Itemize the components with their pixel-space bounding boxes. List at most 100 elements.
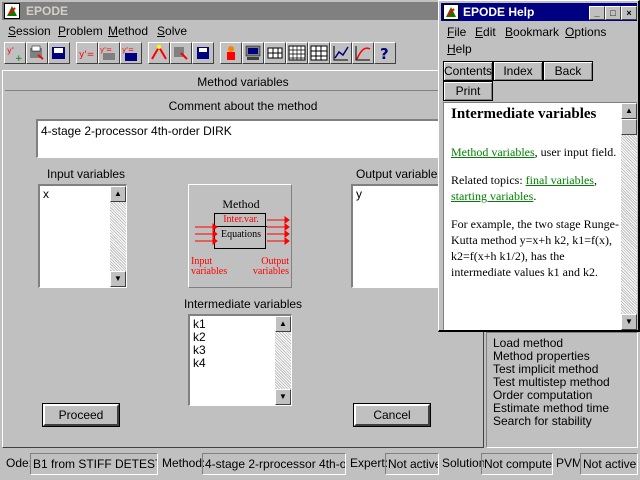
help-paragraph-1: Method variables, user input field. (451, 145, 617, 159)
list-item[interactable]: k4 (193, 357, 288, 370)
help-print-button[interactable]: Print (443, 81, 493, 101)
main-title-bar[interactable]: EPODE (2, 2, 440, 20)
help-title-bar[interactable]: EPODE Help _ □ × (441, 3, 637, 21)
help-topic-title: Intermediate variables (451, 106, 597, 122)
svg-text:y'=: y'= (100, 46, 112, 54)
new-problem-icon[interactable]: y'= (76, 42, 98, 64)
help-content-text: Method variables, user input field. Rela… (451, 125, 619, 325)
new-session-icon[interactable]: y' + (4, 42, 26, 64)
list-item[interactable]: k1 (193, 318, 288, 331)
computer-icon[interactable] (242, 42, 264, 64)
output-variables-items: y (353, 186, 442, 203)
status-pvm-value: Not active (580, 453, 638, 475)
maximize-icon[interactable]: □ (605, 6, 621, 20)
intermediate-variables-list[interactable]: k1 k2 k3 k4 ▲ ▼ (188, 314, 292, 406)
proceed-button[interactable]: Proceed (42, 403, 120, 427)
menu-session[interactable]: Session (8, 22, 51, 40)
main-menu-bar: Session Problem Method Solve (2, 22, 440, 40)
cancel-button[interactable]: Cancel (353, 403, 431, 427)
list-item[interactable]: k2 (193, 331, 288, 344)
status-expert-value: Not active (385, 453, 439, 475)
menu-method[interactable]: Method (108, 22, 148, 40)
intermediate-variables-label: Intermediate variables (183, 297, 303, 311)
scroll-down-icon[interactable]: ▼ (110, 271, 126, 287)
status-solution-value: Not computed (481, 453, 553, 475)
side-command-panel: Load method Method properties Test impli… (486, 332, 638, 448)
menu-solve[interactable]: Solve (157, 22, 187, 40)
input-variables-list[interactable]: x ▲ ▼ (38, 184, 127, 288)
input-variables-label: Input variables (47, 167, 126, 181)
app-logo-icon (4, 3, 20, 19)
method-variables-header: Method variables (5, 73, 481, 91)
status-solution-label: Solution: (442, 456, 484, 470)
help-back-button[interactable]: Back (543, 61, 593, 81)
comment-label: Comment about the method (168, 99, 318, 113)
expert-icon[interactable] (220, 42, 242, 64)
svg-text:+: + (15, 54, 23, 63)
help-window: EPODE Help _ □ × File Edit Bookmark Opti… (438, 0, 640, 332)
svg-text:y'=: y'= (79, 50, 94, 60)
menu-problem[interactable]: Problem (58, 22, 103, 40)
svg-text:?: ? (380, 45, 389, 63)
list-item[interactable]: k3 (193, 344, 288, 357)
svg-text:y'=: y'= (122, 46, 134, 54)
comment-field[interactable]: 4-stage 2-processor 4th-order DIRK (36, 119, 446, 158)
input-variables-scrollbar[interactable]: ▲ ▼ (110, 186, 126, 287)
help-contents-button[interactable]: Contents (443, 61, 493, 81)
svg-text:y': y' (7, 46, 14, 55)
status-ode-label: Ode: (6, 456, 32, 470)
scroll-down-icon[interactable]: ▼ (275, 389, 291, 405)
save-session-icon[interactable] (48, 42, 70, 64)
open-problem-icon[interactable]: y'= (98, 42, 120, 64)
main-window-title: EPODE (26, 4, 69, 18)
status-ode-value: B1 from STIFF DETEST, li (30, 453, 158, 475)
table-grid-icon[interactable] (308, 42, 330, 64)
help-menu-bar: File Edit Bookmark Options Help (441, 23, 637, 59)
link-final-variables[interactable]: final variables (526, 173, 594, 187)
stability-plot-icon[interactable] (352, 42, 374, 64)
link-starting-variables[interactable]: starting variables (451, 189, 533, 203)
link-method-variables[interactable]: Method variables (451, 145, 535, 159)
close-icon[interactable]: × (621, 6, 637, 20)
help-paragraph-3: For example, the two stage Runge-Kutta m… (451, 217, 619, 279)
status-pvm-label: PVM: (556, 456, 582, 470)
save-problem-icon[interactable]: y'= (120, 42, 142, 64)
help-menu-file[interactable]: File (447, 23, 466, 41)
scroll-down-icon[interactable]: ▼ (621, 314, 637, 330)
open-session-icon[interactable] (26, 42, 48, 64)
status-expert-label: Expert: (350, 456, 388, 470)
help-window-title: EPODE Help (463, 5, 535, 19)
scroll-up-icon[interactable]: ▲ (621, 103, 637, 119)
help-menu-help[interactable]: Help (447, 40, 472, 58)
help-menu-options[interactable]: Options (565, 23, 606, 41)
side-command-list: Load method Method properties Test impli… (493, 337, 610, 428)
help-index-button[interactable]: Index (493, 61, 543, 81)
table-large-icon[interactable] (286, 42, 308, 64)
scroll-up-icon[interactable]: ▲ (110, 186, 126, 202)
output-variables-label: Output variables (356, 167, 444, 181)
scroll-up-icon[interactable]: ▲ (275, 316, 291, 332)
diagram-output-caption: Output variables (252, 256, 289, 277)
intermediate-variables-scrollbar[interactable]: ▲ ▼ (275, 316, 291, 405)
help-scrollbar[interactable]: ▲ ▼ (621, 103, 637, 330)
comment-value: 4-stage 2-processor 4th-order DIRK (41, 124, 232, 138)
method-diagram: Method Inter.var. Equations Input variab… (188, 184, 292, 288)
status-method-value: 4-stage 2-rprocessor 4th-order (202, 453, 346, 475)
open-method-icon[interactable] (170, 42, 192, 64)
plot-icon[interactable] (330, 42, 352, 64)
save-method-icon[interactable] (192, 42, 214, 64)
command-search-for-stability[interactable]: Search for stability (493, 415, 610, 428)
minimize-icon[interactable]: _ (589, 6, 605, 20)
help-logo-icon (443, 4, 459, 20)
output-variables-list[interactable]: y (351, 184, 443, 288)
new-method-icon[interactable] (148, 42, 170, 64)
scroll-thumb[interactable] (621, 119, 637, 135)
status-method-label: Method: (162, 456, 204, 470)
help-menu-bookmark[interactable]: Bookmark (505, 23, 559, 41)
list-item[interactable]: y (356, 188, 439, 201)
method-variables-panel: Method variables Comment about the metho… (2, 70, 484, 448)
help-question-icon[interactable]: ? (374, 42, 396, 64)
toolbar: y' + y'= y'= y'= ? (2, 42, 440, 66)
help-menu-edit[interactable]: Edit (475, 23, 496, 41)
table-small-icon[interactable] (264, 42, 286, 64)
